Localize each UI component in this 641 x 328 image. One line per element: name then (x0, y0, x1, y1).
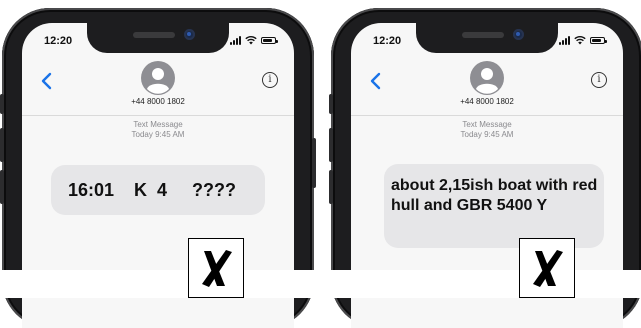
signal-icon (230, 35, 241, 45)
message-bubble: 16:01 K 4 ???? (51, 165, 265, 215)
chevron-left-icon (370, 72, 381, 90)
battery-icon (590, 36, 607, 44)
status-time: 12:20 (44, 35, 73, 47)
message-timestamp: Today 9:45 AM (460, 130, 514, 139)
camera-icon (184, 29, 195, 40)
chevron-left-icon (41, 72, 52, 90)
status-icons (559, 35, 607, 45)
back-button[interactable] (40, 69, 52, 95)
wifi-icon (574, 36, 586, 45)
notch (416, 23, 558, 53)
volume-up-button (329, 128, 333, 162)
back-button[interactable] (369, 69, 381, 95)
info-icon[interactable]: i (591, 72, 607, 88)
cross-mark-icon (533, 250, 563, 287)
mute-switch (329, 94, 333, 114)
camera-icon (513, 29, 524, 40)
signal-icon (559, 35, 570, 45)
cross-mark-icon (202, 250, 232, 287)
message-bubble: about 2,15ish boat with red hull and GBR… (384, 164, 604, 248)
header-divider (351, 115, 623, 116)
notch (87, 23, 229, 53)
message-header: Text Message Today 9:45 AM (351, 120, 623, 140)
status-time: 12:20 (373, 35, 402, 47)
person-avatar-icon[interactable] (141, 61, 175, 95)
speaker (462, 32, 504, 38)
message-type-label: Text Message (133, 120, 183, 129)
battery-icon (261, 36, 278, 44)
speaker (133, 32, 175, 38)
contact-number: +44 8000 1802 (131, 97, 185, 106)
mute-switch (0, 94, 4, 114)
status-icons (230, 35, 278, 45)
cross-mark-box-left (188, 238, 244, 298)
header-divider (22, 115, 294, 116)
person-avatar-icon[interactable] (470, 61, 504, 95)
info-icon[interactable]: i (262, 72, 278, 88)
message-timestamp: Today 9:45 AM (131, 130, 185, 139)
volume-down-button (0, 170, 4, 204)
message-type-label: Text Message (462, 120, 512, 129)
wifi-icon (245, 36, 257, 45)
power-button (312, 138, 316, 188)
cross-mark-box-right (519, 238, 575, 298)
volume-down-button (329, 170, 333, 204)
contact-number: +44 8000 1802 (460, 97, 514, 106)
volume-up-button (0, 128, 4, 162)
message-header: Text Message Today 9:45 AM (22, 120, 294, 140)
